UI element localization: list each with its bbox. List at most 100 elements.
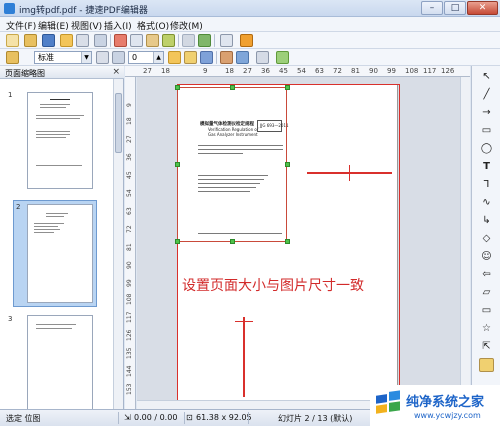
stepper-icon: ▲ <box>153 52 163 63</box>
points-tool-icon[interactable]: ⇱ <box>479 340 494 354</box>
image-tool-icon[interactable] <box>479 358 494 372</box>
arrow-tool-icon[interactable]: → <box>479 106 494 120</box>
ruler-tick: 18 <box>161 67 170 75</box>
zoom-icon[interactable] <box>220 34 233 47</box>
rectangle-tool-icon[interactable]: ▭ <box>479 124 494 138</box>
document-canvas[interactable]: 模拟量气体检测仪检定规程 Verification Regulation of … <box>137 77 460 400</box>
line-color-icon[interactable] <box>184 51 197 64</box>
rotate-icon[interactable] <box>220 51 233 64</box>
minimize-button[interactable]: – <box>421 1 443 15</box>
menu-file[interactable]: 文件(F) <box>6 19 36 32</box>
paste-icon[interactable] <box>146 34 159 47</box>
page-thumbnail-2[interactable] <box>27 204 93 303</box>
resize-handle[interactable] <box>230 85 235 90</box>
line-tool-icon[interactable]: ╱ <box>479 88 494 102</box>
ruler-tick: 45 <box>279 67 288 75</box>
connector-tool-icon[interactable]: ↳ <box>479 214 494 228</box>
align-icon[interactable] <box>236 51 249 64</box>
cut-icon[interactable] <box>114 34 127 47</box>
page-thumbnail-1[interactable] <box>27 92 93 189</box>
resize-handle[interactable] <box>175 162 180 167</box>
ruler-tick: 135 <box>126 347 133 359</box>
callout-icon[interactable]: ▭ <box>479 304 494 318</box>
scrollbar-thumb[interactable] <box>115 93 122 153</box>
fill-color-icon[interactable] <box>168 51 181 64</box>
toolbar-separator <box>178 34 179 47</box>
redo-icon[interactable] <box>198 34 211 47</box>
menu-format[interactable]: 格式(O) <box>137 19 169 32</box>
ruler-tick: 27 <box>243 67 252 75</box>
arrange-icon[interactable] <box>256 51 269 64</box>
resize-handle[interactable] <box>285 85 290 90</box>
copy-icon[interactable] <box>130 34 143 47</box>
status-mode: 选定 位图 <box>6 414 41 423</box>
star-tool-icon[interactable]: ☆ <box>479 322 494 336</box>
ruler-tick: 63 <box>315 67 324 75</box>
print-icon[interactable] <box>76 34 89 47</box>
menu-view[interactable]: 视图(V) <box>71 19 102 32</box>
ruler-tick: 90 <box>369 67 378 75</box>
diamond-tool-icon[interactable]: ◇ <box>479 232 494 246</box>
resize-handle[interactable] <box>285 239 290 244</box>
menu-modify[interactable]: 修改(M) <box>170 19 203 32</box>
thumb-text-line <box>36 137 66 138</box>
ruler-tick: 36 <box>126 153 133 161</box>
style-button-icon[interactable] <box>96 51 109 64</box>
resize-handle[interactable] <box>230 239 235 244</box>
thumb-text-line <box>36 118 80 119</box>
position-icon: ⇲ <box>124 413 131 422</box>
ellipse-tool-icon[interactable]: ◯ <box>479 142 494 156</box>
select-arrow-icon[interactable]: ↖ <box>479 70 494 84</box>
curve-tool-icon[interactable]: ∿ <box>479 196 494 210</box>
thumb-text-line <box>36 134 70 135</box>
maximize-button[interactable]: □ <box>444 1 466 15</box>
clock-icon[interactable] <box>240 34 253 47</box>
thumb-text-line <box>34 229 60 230</box>
ruler-tick: 18 <box>225 67 234 75</box>
thumb-text-line <box>46 216 64 217</box>
arrows-shape-icon[interactable]: ⇦ <box>479 268 494 282</box>
annotation-text: 设置页面大小与图片尺寸一致 <box>182 278 364 294</box>
resize-handle[interactable] <box>285 162 290 167</box>
save-icon[interactable] <box>42 34 55 47</box>
watermark-brand: 纯净系统之家 <box>406 395 485 410</box>
undo-icon[interactable] <box>182 34 195 47</box>
vertical-ruler: 9 18 27 36 45 54 63 72 81 90 99 108 117 … <box>125 77 136 409</box>
main-toolbar <box>0 32 500 49</box>
line-width-input[interactable]: 0 ▲ <box>128 51 164 64</box>
ruler-tick: 108 <box>405 67 419 75</box>
tools-icon[interactable] <box>6 51 19 64</box>
format-brush-icon[interactable] <box>162 34 175 47</box>
edit-mode-icon[interactable] <box>60 34 73 47</box>
thumbnail-scrollbar[interactable] <box>113 79 123 409</box>
menu-edit[interactable]: 编辑(E) <box>38 19 69 32</box>
menu-insert[interactable]: 插入(I) <box>104 19 132 32</box>
thumb-text-line <box>34 232 54 233</box>
new-file-icon[interactable] <box>6 34 19 47</box>
ruler-tick: 99 <box>387 67 396 75</box>
canvas-vertical-scrollbar[interactable] <box>460 77 470 400</box>
close-icon[interactable]: × <box>112 67 120 77</box>
open-folder-icon[interactable] <box>24 34 37 47</box>
text-tool-icon[interactable]: T <box>479 160 494 174</box>
ruler-tick: 54 <box>126 189 133 197</box>
font-style-select[interactable]: 标准 ▼ <box>34 51 92 64</box>
vertical-text-icon[interactable]: Ꞁ <box>479 178 494 192</box>
page-thumbnail-3[interactable] <box>27 315 93 409</box>
resize-handle[interactable] <box>175 239 180 244</box>
line-icon[interactable] <box>112 51 125 64</box>
page-thumbnail-2-selected[interactable]: 2 <box>13 200 97 307</box>
thumbnail-page-number: 1 <box>8 91 13 99</box>
ruler-tick: 153 <box>126 383 133 395</box>
shadow-icon[interactable] <box>200 51 213 64</box>
status-separator <box>118 412 119 424</box>
preview-icon[interactable] <box>94 34 107 47</box>
ruler-tick: 117 <box>126 311 133 323</box>
close-button[interactable]: ✕ <box>467 1 498 15</box>
ruler-tick: 18 <box>126 117 133 125</box>
thumb-text-line <box>50 99 70 100</box>
flowchart-icon[interactable]: ▱ <box>479 286 494 300</box>
group-icon[interactable] <box>276 51 289 64</box>
shape-tool-icon[interactable]: ☺ <box>479 250 494 264</box>
resize-handle[interactable] <box>175 85 180 90</box>
